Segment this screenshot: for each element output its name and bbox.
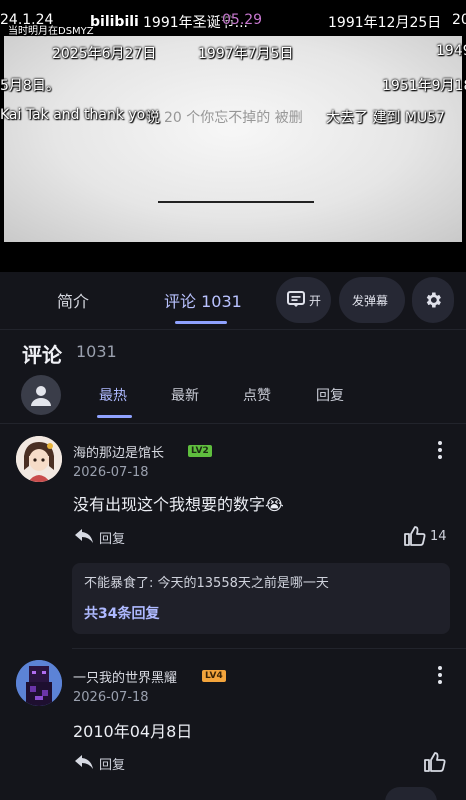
reply-preview-box[interactable]: 不能暴食了: 今天的13558天之前是哪一天 共34条回复 [72,563,450,634]
sort-active-indicator [97,415,132,418]
danmaku-item: 1951年9月18 [382,78,466,94]
danmaku-item: 大去了 建到 MU57 [326,110,446,126]
comment-username[interactable]: 海的那边是馆长 [73,442,164,461]
more-icon[interactable] [430,665,450,685]
reply-button[interactable]: 回复 [99,528,125,547]
danmaku-toggle-button[interactable]: 开 [276,277,331,323]
danmaku-item: 1949 [436,43,466,59]
sort-likes[interactable]: 点赞 [243,385,271,405]
comment-avatar[interactable] [16,436,62,482]
reply-preview-text: 不能暴食了: 今天的13558天之前是哪一天 [84,576,329,591]
danmaku-item: 20 [452,12,466,28]
view-all-replies-link[interactable]: 共34条回复 [84,603,159,623]
danmaku-item: Kai Tak and thank you [0,107,155,123]
sort-replies[interactable]: 回复 [316,385,344,405]
user-icon [29,383,53,407]
comment-text: 2010年04月8日 [73,722,193,741]
sort-new[interactable]: 最新 [171,385,199,405]
current-user-avatar[interactable] [21,375,61,415]
tab-active-indicator [175,321,227,324]
danmaku-item: 说 [146,110,160,126]
danmaku-settings-button[interactable] [412,277,454,323]
comment-date: 2026-07-18 [73,465,149,480]
danmaku-item: 20 个你忘不掉的 被删 [164,110,303,126]
danmaku-watermark: 当时明月在DSMYZ [8,26,94,37]
reply-button[interactable]: 回复 [99,754,125,773]
danmaku-item: 05.29 [222,12,263,28]
more-icon[interactable] [430,440,450,460]
danmaku-icon [287,291,305,308]
comment-text: 没有出现这个我想要的数字😭 [73,495,284,514]
tab-comments[interactable]: 评论 1031 [164,288,242,312]
user-level-badge: LV4 [202,670,226,682]
danmaku-item: 2025年6月27日 [52,46,157,62]
thumb-up-icon[interactable] [424,752,446,776]
send-danmaku-label: 发弹幕 [352,294,389,308]
like-count: 14 [430,529,447,544]
video-frame [4,36,462,242]
reply-icon[interactable] [74,754,94,770]
thumb-up-icon[interactable] [404,526,426,550]
write-comment-button[interactable] [385,787,437,800]
danmaku-toggle-label: 开 [309,294,322,308]
tab-bar: 简介 评论 1031 开 发弹幕 [0,272,466,330]
divider [72,648,466,649]
sort-hot[interactable]: 最热 [99,385,127,405]
reply-icon[interactable] [74,528,94,544]
video-frame-line [158,201,314,203]
tab-intro[interactable]: 简介 [57,288,89,312]
comment-username[interactable]: 一只我的世界黑耀 [73,667,177,686]
user-level-badge: LV2 [188,445,212,457]
gear-icon [423,290,443,310]
divider [0,423,466,424]
danmaku-item: 1991年12月25日 [328,15,442,31]
comment-date: 2026-07-18 [73,690,149,705]
bilibili-logo: bilibili [90,14,139,30]
danmaku-item: 5月8日。 [0,78,60,94]
comments-title: 评论 [22,343,62,367]
comment-avatar[interactable] [16,660,62,706]
send-danmaku-button[interactable]: 发弹幕 [339,277,405,323]
video-player[interactable]: 24.1.24 当时明月在DSMYZ bilibili 1991年圣诞节... … [0,0,466,272]
danmaku-item: 1997年7月5日 [198,46,294,62]
comments-count: 1031 [76,342,117,361]
